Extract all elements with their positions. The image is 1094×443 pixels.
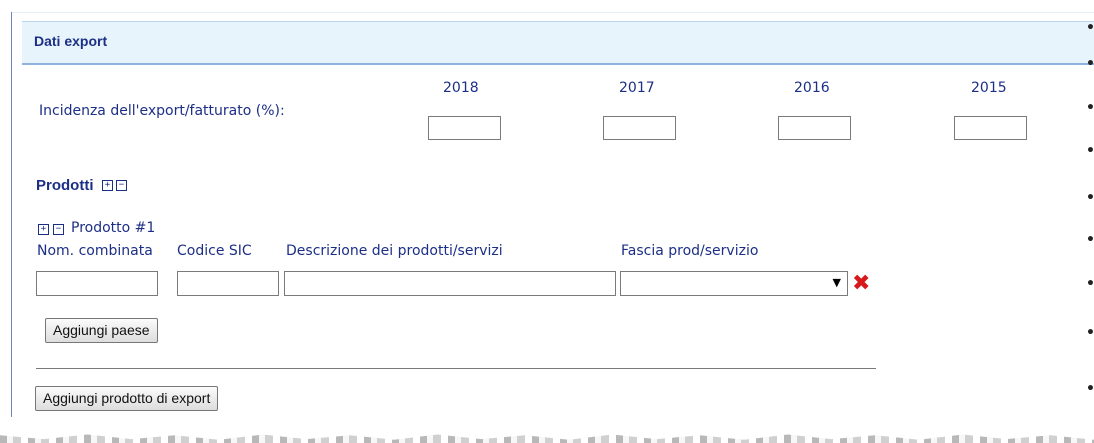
- chevron-down-icon: ▼: [832, 276, 841, 289]
- descrizione-input[interactable]: [284, 271, 616, 296]
- export-share-2017-input[interactable]: [603, 116, 676, 140]
- expand-all-icon[interactable]: +: [102, 180, 113, 191]
- product-expand-icon[interactable]: +: [38, 224, 49, 235]
- codice-sic-label: Codice SIC: [177, 243, 252, 259]
- edge-fragment: •: [1086, 381, 1094, 397]
- edge-fragment: •: [1086, 190, 1094, 206]
- product-collapse-icon[interactable]: −: [53, 224, 64, 235]
- products-heading: Prodotti: [36, 177, 94, 194]
- codice-sic-input[interactable]: [177, 271, 279, 296]
- panel-top-border: [12, 12, 1094, 13]
- fascia-label: Fascia prod/servizio: [621, 243, 759, 259]
- export-share-2016-input[interactable]: [778, 116, 851, 140]
- edge-fragment: •: [1086, 325, 1094, 341]
- nom-combinata-label: Nom. combinata: [37, 243, 153, 259]
- year-label-2017: 2017: [619, 80, 655, 96]
- export-share-2015-input[interactable]: [954, 116, 1027, 140]
- year-label-2015: 2015: [971, 80, 1007, 96]
- descrizione-label: Descrizione dei prodotti/servizi: [286, 243, 503, 259]
- edge-fragment: •: [1086, 56, 1094, 72]
- export-share-2018-input[interactable]: [428, 116, 501, 140]
- edge-fragment: •: [1086, 276, 1094, 292]
- add-country-button[interactable]: Aggiungi paese: [45, 318, 158, 343]
- year-label-2016: 2016: [794, 80, 830, 96]
- year-label-2018: 2018: [443, 80, 479, 96]
- edge-fragment: •: [1086, 20, 1094, 36]
- divider: [36, 368, 876, 369]
- export-share-label: Incidenza dell'export/fatturato (%):: [39, 103, 285, 119]
- torn-bottom-edge: [0, 434, 1094, 443]
- add-export-product-button[interactable]: Aggiungi prodotto di export: [35, 386, 219, 411]
- fascia-select[interactable]: ▼: [620, 271, 848, 296]
- delete-product-icon[interactable]: ✖: [852, 273, 870, 295]
- section-title: Dati export: [34, 33, 108, 49]
- product-item-title: Prodotto #1: [71, 220, 156, 236]
- collapse-all-icon[interactable]: −: [116, 180, 127, 191]
- edge-fragment: •: [1086, 143, 1094, 159]
- edge-fragment: •: [1086, 100, 1094, 116]
- section-header: Dati export: [22, 21, 1094, 65]
- nom-combinata-input[interactable]: [36, 271, 158, 296]
- edge-fragment: •: [1086, 232, 1094, 248]
- export-data-panel: Dati export: [11, 12, 1094, 417]
